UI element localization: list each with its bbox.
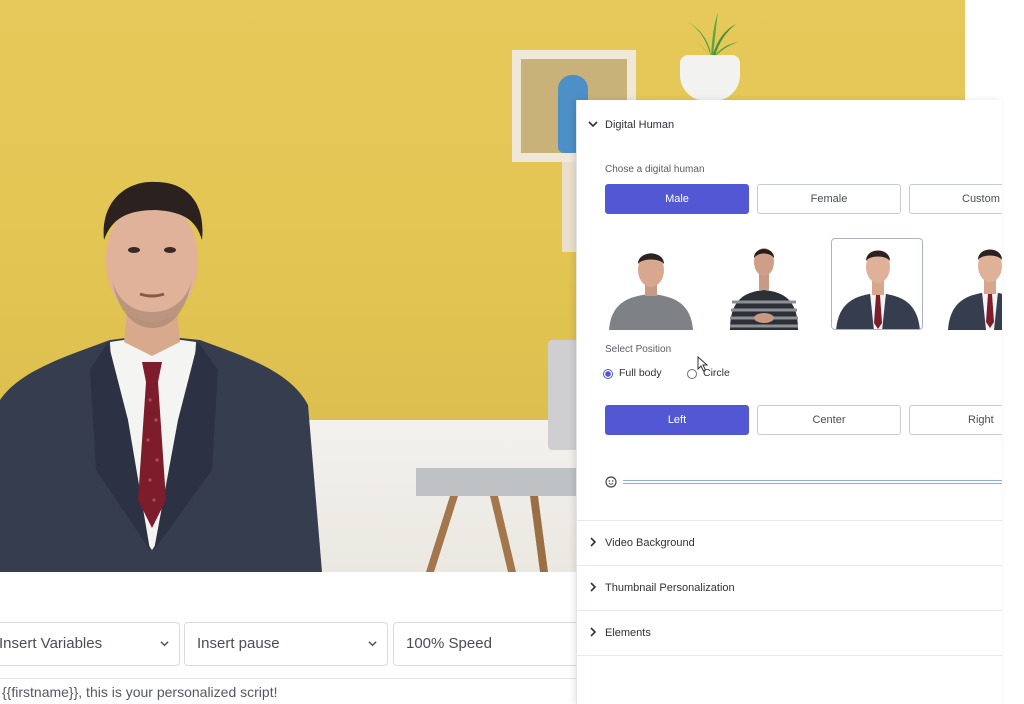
tab-male[interactable]: Male [605,184,749,214]
shelf-support [562,162,576,252]
section-digital-human[interactable]: Digital Human [577,103,1002,147]
chevron-right-icon [590,582,597,592]
section-title: Thumbnail Personalization [605,582,735,594]
avatar-grey-tshirt [609,253,693,330]
section-divider [577,655,1002,656]
section-video-background[interactable]: Video Background [577,521,1002,565]
digital-human-presenter [0,181,322,572]
face-icon [605,476,617,488]
select-position-label: Select Position [605,344,672,355]
chevron-right-icon [590,537,597,547]
choose-digital-human-label: Chose a digital human [605,164,705,175]
monitor [548,340,578,450]
speed-dropdown[interactable]: 100% Speed [393,622,597,666]
align-left-button[interactable]: Left [605,405,749,435]
section-title: Elements [605,627,651,639]
avatar-dark-suit-2 [948,249,1002,330]
align-right-button[interactable]: Right [909,405,1002,435]
chevron-down-icon [160,641,169,647]
section-title: Digital Human [605,119,675,131]
size-slider[interactable] [623,480,1002,484]
insert-pause-dropdown[interactable]: Insert pause [184,622,388,666]
insert-pause-label: Insert pause [197,635,280,652]
insert-variables-dropdown[interactable]: Insert Variables [0,622,180,666]
chevron-down-icon [368,641,377,647]
speed-label: 100% Speed [406,635,492,652]
section-title: Video Background [605,537,695,549]
avatar-option-1[interactable] [605,238,697,330]
insert-variables-label: Insert Variables [0,635,103,652]
desk-legs [426,496,548,572]
tab-custom[interactable]: Custom [909,184,1002,214]
avatar-striped-sweater [730,248,798,330]
chevron-right-icon [590,627,597,637]
align-center-button[interactable]: Center [757,405,901,435]
radio-circle[interactable] [687,369,697,379]
tab-female[interactable]: Female [757,184,901,214]
avatar-option-3[interactable] [831,238,923,330]
avatar-option-4[interactable] [944,238,1002,330]
mouse-cursor-icon [697,356,709,372]
radio-full-body[interactable] [603,369,613,379]
section-thumbnail-personalization[interactable]: Thumbnail Personalization [577,566,1002,610]
radio-full-body-label[interactable]: Full body [619,367,662,379]
section-elements[interactable]: Elements [577,611,1002,655]
plant-pot [680,55,740,101]
chevron-down-icon [588,121,598,128]
avatar-dark-suit [836,250,920,329]
plant-leaves [684,12,738,58]
avatar-option-2[interactable] [718,238,810,330]
desk [416,468,576,496]
settings-panel: Digital Human Chose a digital human Male… [576,100,1002,704]
script-textarea[interactable]: {{firstname}}, this is your personalized… [2,684,277,700]
